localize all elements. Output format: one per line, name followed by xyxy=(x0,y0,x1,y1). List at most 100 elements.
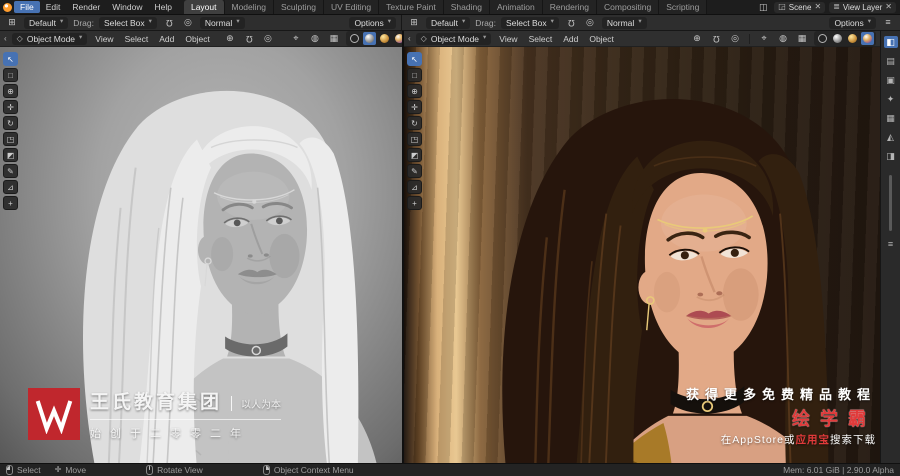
menu-add[interactable]: Add xyxy=(156,34,177,44)
active-tool-icon[interactable]: ⊞ xyxy=(407,17,421,29)
view-layer-name: View Layer xyxy=(842,2,883,12)
snap-magnet-icon[interactable]: Ω xyxy=(564,17,578,29)
snap-target-dropdown[interactable]: Normal ▾ xyxy=(601,16,647,29)
snap-magnet-icon[interactable]: Ω xyxy=(709,33,723,45)
proportional-editing-icon[interactable]: ◎ xyxy=(181,17,195,29)
menu-window[interactable]: Window xyxy=(106,0,148,14)
object-mode-icon: ◇ xyxy=(16,33,23,43)
cursor-tool[interactable]: ⊕ xyxy=(3,84,18,98)
tab-modeling[interactable]: Modeling xyxy=(224,0,274,14)
scene-selector[interactable]: ◲ Scene ✕ xyxy=(774,1,826,13)
image-tab-icon[interactable]: ▣ xyxy=(884,74,898,86)
outliner-tab-icon[interactable]: ▤ xyxy=(884,55,898,67)
scale-tool[interactable]: ◳ xyxy=(3,132,18,146)
collapse-arrow-icon[interactable]: ‹ xyxy=(408,34,411,43)
close-icon[interactable]: ✕ xyxy=(885,3,892,11)
properties-tab-icon[interactable]: ◧ xyxy=(883,36,898,48)
select-box-tool[interactable]: □ xyxy=(407,68,422,82)
mode-dropdown[interactable]: ◇ Object Mode ▾ xyxy=(415,32,492,45)
shading-solid-icon[interactable] xyxy=(831,32,844,45)
tweak-tool[interactable]: ↖ xyxy=(3,52,18,66)
measure-tool[interactable]: ⊿ xyxy=(407,180,422,194)
collapse-arrow-icon[interactable]: ‹ xyxy=(4,34,7,43)
shading-wireframe-icon[interactable] xyxy=(348,32,361,45)
menu-tab-icon[interactable]: ≡ xyxy=(884,238,898,250)
tab-shading[interactable]: Shading xyxy=(443,0,490,14)
tab-layout[interactable]: Layout xyxy=(183,0,225,14)
annotate-tool[interactable]: ✎ xyxy=(407,164,422,178)
grid-tab-icon[interactable]: ▦ xyxy=(884,112,898,124)
menu-add[interactable]: Add xyxy=(560,34,581,44)
move-tool[interactable]: ✛ xyxy=(3,100,18,114)
tab-animation[interactable]: Animation xyxy=(489,0,543,14)
transform-tool[interactable]: ◩ xyxy=(407,148,422,162)
favorites-tab-icon[interactable]: ✦ xyxy=(884,93,898,105)
close-icon[interactable]: ✕ xyxy=(814,3,821,11)
workspace-tabs: Layout Modeling Sculpting UV Editing Tex… xyxy=(183,0,752,14)
move-tool[interactable]: ✛ xyxy=(407,100,422,114)
cursor-tool[interactable]: ⊕ xyxy=(407,84,422,98)
drag-mode-dropdown[interactable]: Select Box ▾ xyxy=(99,16,157,29)
shading-wireframe-icon[interactable] xyxy=(816,32,829,45)
tweak-tool[interactable]: ↖ xyxy=(407,52,422,66)
shading-material-icon[interactable] xyxy=(378,32,391,45)
orientation-dropdown[interactable]: Default ▾ xyxy=(426,16,471,29)
select-box-tool[interactable]: □ xyxy=(3,68,18,82)
rotate-tool[interactable]: ↻ xyxy=(3,116,18,130)
xray-icon[interactable]: ▦ xyxy=(795,33,809,45)
menu-select[interactable]: Select xyxy=(526,34,556,44)
snap-magnet-icon[interactable]: Ω xyxy=(162,17,176,29)
proportional-editing-icon[interactable]: ◎ xyxy=(583,17,597,29)
proportional-editing-icon[interactable]: ◎ xyxy=(261,33,275,45)
tab-uv-editing[interactable]: UV Editing xyxy=(323,0,380,14)
overlays-icon[interactable]: ◍ xyxy=(776,33,790,45)
menu-file[interactable]: File xyxy=(14,1,40,13)
scrollbar[interactable] xyxy=(889,175,892,231)
proportional-editing-icon[interactable]: ◎ xyxy=(728,33,742,45)
scale-tool[interactable]: ◳ xyxy=(407,132,422,146)
shading-rendered-icon[interactable] xyxy=(393,32,402,45)
menu-view[interactable]: View xyxy=(496,34,520,44)
rotate-tool[interactable]: ↻ xyxy=(407,116,422,130)
menu-select[interactable]: Select xyxy=(122,34,152,44)
shading-material-icon[interactable] xyxy=(846,32,859,45)
menu-help[interactable]: Help xyxy=(148,0,177,14)
measure-tool[interactable]: ⊿ xyxy=(3,180,18,194)
xray-icon[interactable]: ▦ xyxy=(327,33,341,45)
tab-scripting[interactable]: Scripting xyxy=(659,0,708,14)
transform-orientation-icon[interactable]: ⊕ xyxy=(690,33,704,45)
transform-tool[interactable]: ◩ xyxy=(3,148,18,162)
gizmo-icon[interactable]: ⌖ xyxy=(757,33,771,45)
menu-render[interactable]: Render xyxy=(66,0,106,14)
options-dropdown[interactable]: Options ▾ xyxy=(349,16,396,29)
add-cube-tool[interactable]: + xyxy=(407,196,422,210)
blender-logo-icon[interactable] xyxy=(0,0,14,14)
options-dropdown[interactable]: Options ▾ xyxy=(829,16,876,29)
transform-orientation-icon[interactable]: ⊕ xyxy=(223,33,237,45)
snap-target-dropdown[interactable]: Normal ▾ xyxy=(199,16,245,29)
shading-rendered-icon[interactable] xyxy=(861,32,874,45)
menu-edit[interactable]: Edit xyxy=(40,0,67,14)
menu-object[interactable]: Object xyxy=(586,34,617,44)
add-cube-tool[interactable]: + xyxy=(3,196,18,210)
shading-solid-icon[interactable] xyxy=(362,32,376,45)
sliders-icon[interactable]: ≡ xyxy=(881,17,895,29)
mesh-tab-icon[interactable]: ◭ xyxy=(884,131,898,143)
shading-tab-icon[interactable]: ◨ xyxy=(884,150,898,162)
drag-mode-dropdown[interactable]: Select Box ▾ xyxy=(501,16,559,29)
menu-view[interactable]: View xyxy=(92,34,116,44)
menu-object[interactable]: Object xyxy=(182,34,213,44)
gizmo-icon[interactable]: ⌖ xyxy=(289,33,303,45)
tab-compositing[interactable]: Compositing xyxy=(597,0,660,14)
active-tool-icon[interactable]: ⊞ xyxy=(5,17,19,29)
view-layer-selector[interactable]: ≣ View Layer ✕ xyxy=(829,1,896,13)
mode-dropdown[interactable]: ◇ Object Mode ▾ xyxy=(11,32,88,45)
overlays-icon[interactable]: ◍ xyxy=(308,33,322,45)
tab-rendering[interactable]: Rendering xyxy=(542,0,598,14)
tab-sculpting[interactable]: Sculpting xyxy=(274,0,324,14)
orientation-dropdown[interactable]: Default ▾ xyxy=(24,16,69,29)
snap-magnet-icon[interactable]: Ω xyxy=(242,33,256,45)
tab-texture-paint[interactable]: Texture Paint xyxy=(379,0,444,14)
workspace-icon[interactable]: ◫ xyxy=(756,1,770,13)
annotate-tool[interactable]: ✎ xyxy=(3,164,18,178)
